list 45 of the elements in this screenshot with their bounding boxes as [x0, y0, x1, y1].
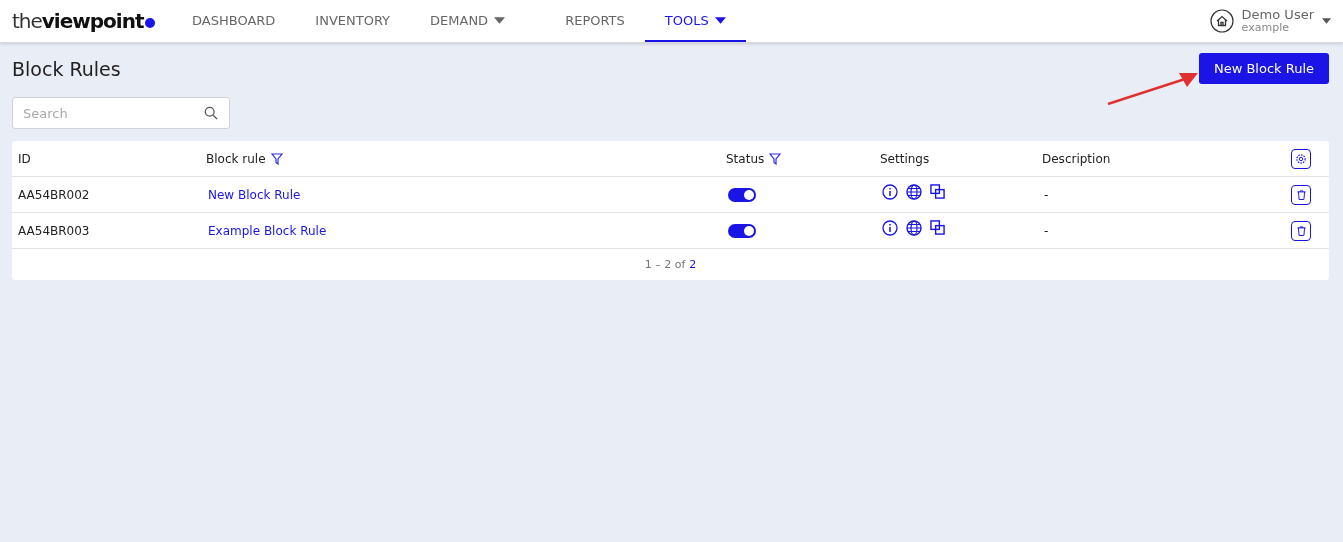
- gear-icon: [1295, 152, 1307, 165]
- table-cell: AA54BR003: [18, 223, 90, 238]
- home-icon[interactable]: [1209, 9, 1234, 33]
- globe-icon[interactable]: [906, 219, 922, 236]
- nav-tab[interactable]: INVENTORY: [295, 0, 411, 42]
- table-cell: -: [1044, 223, 1049, 238]
- column-header: Block rule: [206, 151, 266, 166]
- nav-tab[interactable]: DEMAND: [410, 0, 526, 42]
- globe-icon[interactable]: [906, 183, 922, 200]
- filter-icon[interactable]: [769, 152, 782, 165]
- pagination-total: 2: [689, 258, 697, 271]
- user-name: Demo User: [1241, 7, 1314, 23]
- column-header: ID: [18, 151, 31, 166]
- rule-link[interactable]: New Block Rule: [208, 187, 301, 202]
- nav-tab[interactable]: TOOLS: [644, 0, 746, 42]
- table-cell: AA54BR002: [18, 187, 90, 202]
- filter-icon[interactable]: [270, 152, 283, 165]
- logo[interactable]: theviewpoint: [12, 9, 162, 33]
- copy-icon[interactable]: [930, 220, 945, 235]
- column-header: Status: [726, 151, 765, 166]
- table-cell: -: [1044, 187, 1049, 202]
- info-icon[interactable]: [882, 183, 898, 200]
- info-icon[interactable]: [882, 219, 898, 236]
- caret-icon[interactable]: [1322, 18, 1331, 24]
- search-field[interactable]: Search: [12, 97, 230, 129]
- caret-icon[interactable]: [714, 16, 726, 24]
- status-toggle[interactable]: [728, 223, 756, 238]
- column-header: Settings: [880, 151, 930, 166]
- status-toggle[interactable]: [728, 187, 756, 202]
- nav-tab[interactable]: DASHBOARD: [172, 0, 296, 42]
- nav-tab[interactable]: REPORTS: [545, 0, 645, 42]
- pagination-range: 1 – 2 of: [644, 258, 686, 271]
- page-title: Block Rules: [12, 58, 121, 80]
- new-block-rule-button[interactable]: New Block Rule: [1198, 52, 1329, 84]
- rule-link[interactable]: Example Block Rule: [208, 223, 327, 238]
- trash-icon: [1295, 224, 1307, 237]
- caret-icon[interactable]: [494, 16, 506, 24]
- search-icon[interactable]: [204, 106, 218, 120]
- delete-button[interactable]: [1291, 220, 1311, 241]
- copy-icon[interactable]: [930, 184, 945, 199]
- delete-button[interactable]: [1291, 184, 1311, 205]
- account-name: example: [1241, 22, 1290, 35]
- trash-icon: [1295, 188, 1307, 201]
- settings-button[interactable]: [1291, 148, 1311, 169]
- column-header: Description: [1042, 151, 1111, 166]
